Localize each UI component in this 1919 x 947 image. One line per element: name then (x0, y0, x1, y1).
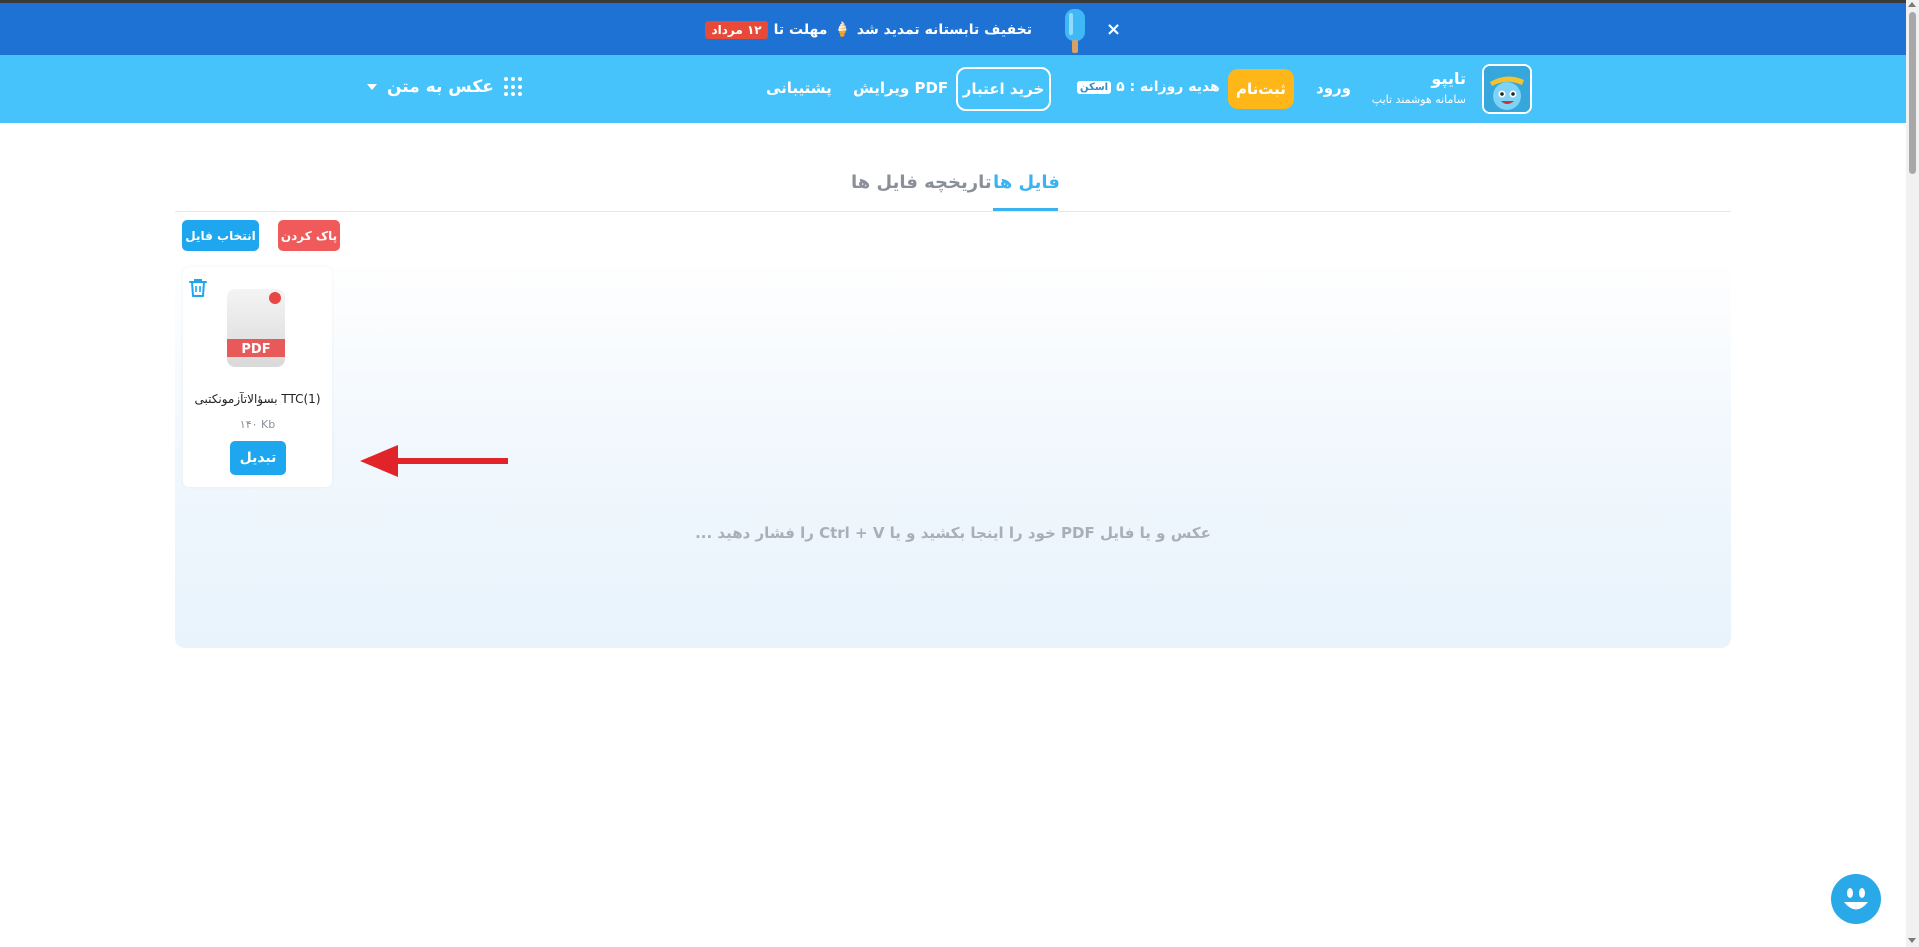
popsicle-icon (1065, 9, 1085, 53)
tab-file-history[interactable]: تاریخچه فایل ها (851, 172, 992, 193)
main-navbar: تایپو سامانه هوشمند تایپ ورود ثبت‌نام هد… (0, 55, 1906, 123)
promo-banner: × تخفیف تابستانه تمدید شد 🍦 مهلت تا ۱۲ م… (0, 3, 1906, 55)
promo-deadline-badge: ۱۲ مرداد (705, 21, 768, 39)
annotation-arrow-icon (360, 445, 508, 477)
tool-menu-label: عکس به متن (387, 77, 494, 97)
scan-badge: اسکن (1077, 80, 1112, 94)
signup-button[interactable]: ثبت‌نام (1228, 69, 1294, 109)
scroll-down-arrow-icon[interactable] (1908, 938, 1916, 943)
support-link[interactable]: پشتیبانی (766, 79, 832, 97)
file-name: بسؤالاتآزمونکتبی TTC(1) (194, 392, 321, 406)
drop-zone-hint: عکس و یا فایل PDF خود را اینجا بکشید و ی… (695, 524, 1211, 542)
scrollbar-thumb[interactable] (1909, 12, 1916, 174)
pdf-icon-label: PDF (241, 342, 270, 357)
edit-pdf-link[interactable]: ویرایش PDF (853, 79, 948, 97)
login-link[interactable]: ورود (1316, 79, 1351, 97)
scroll-up-arrow-icon[interactable] (1908, 2, 1916, 7)
apps-grid-icon (503, 77, 524, 97)
clear-button[interactable]: پاک کردن (278, 220, 340, 251)
promo-text: تخفیف تابستانه تمدید شد 🍦 مهلت تا ۱۲ مرد… (705, 21, 1032, 39)
active-tab-indicator (993, 208, 1058, 211)
daily-gift[interactable]: هدیه روزانه : ۵ اسکن (1077, 79, 1220, 95)
mascot-icon (1484, 66, 1530, 112)
buy-credit-button[interactable]: خرید اعتبار (956, 67, 1051, 111)
promo-deadline-prefix: مهلت تا (773, 22, 828, 38)
brand-logo[interactable] (1482, 64, 1532, 114)
tool-menu-dropdown[interactable]: عکس به متن (367, 77, 524, 97)
ice-cream-icon: 🍦 (833, 22, 851, 38)
select-file-button[interactable]: انتخاب فایل (182, 220, 259, 251)
chat-support-icon[interactable] (1830, 873, 1882, 925)
daily-gift-label: هدیه روزانه : ۵ (1116, 79, 1220, 95)
brand-subtitle: سامانه هوشمند تایپ (1371, 93, 1466, 106)
brand-name: تایپو (1431, 69, 1466, 88)
convert-button[interactable]: تبدیل (230, 441, 286, 475)
file-size: ۱۴۰ Kb (239, 418, 276, 431)
close-promo-button[interactable]: × (1106, 19, 1121, 40)
pdf-file-icon: PDF (227, 289, 285, 367)
file-tabs: فایل ها تاریخچه فایل ها (175, 160, 1731, 212)
tab-files[interactable]: فایل ها (993, 172, 1060, 193)
trash-icon[interactable] (186, 276, 210, 300)
chevron-down-icon (367, 84, 377, 90)
promo-message: تخفیف تابستانه تمدید شد (856, 22, 1032, 38)
